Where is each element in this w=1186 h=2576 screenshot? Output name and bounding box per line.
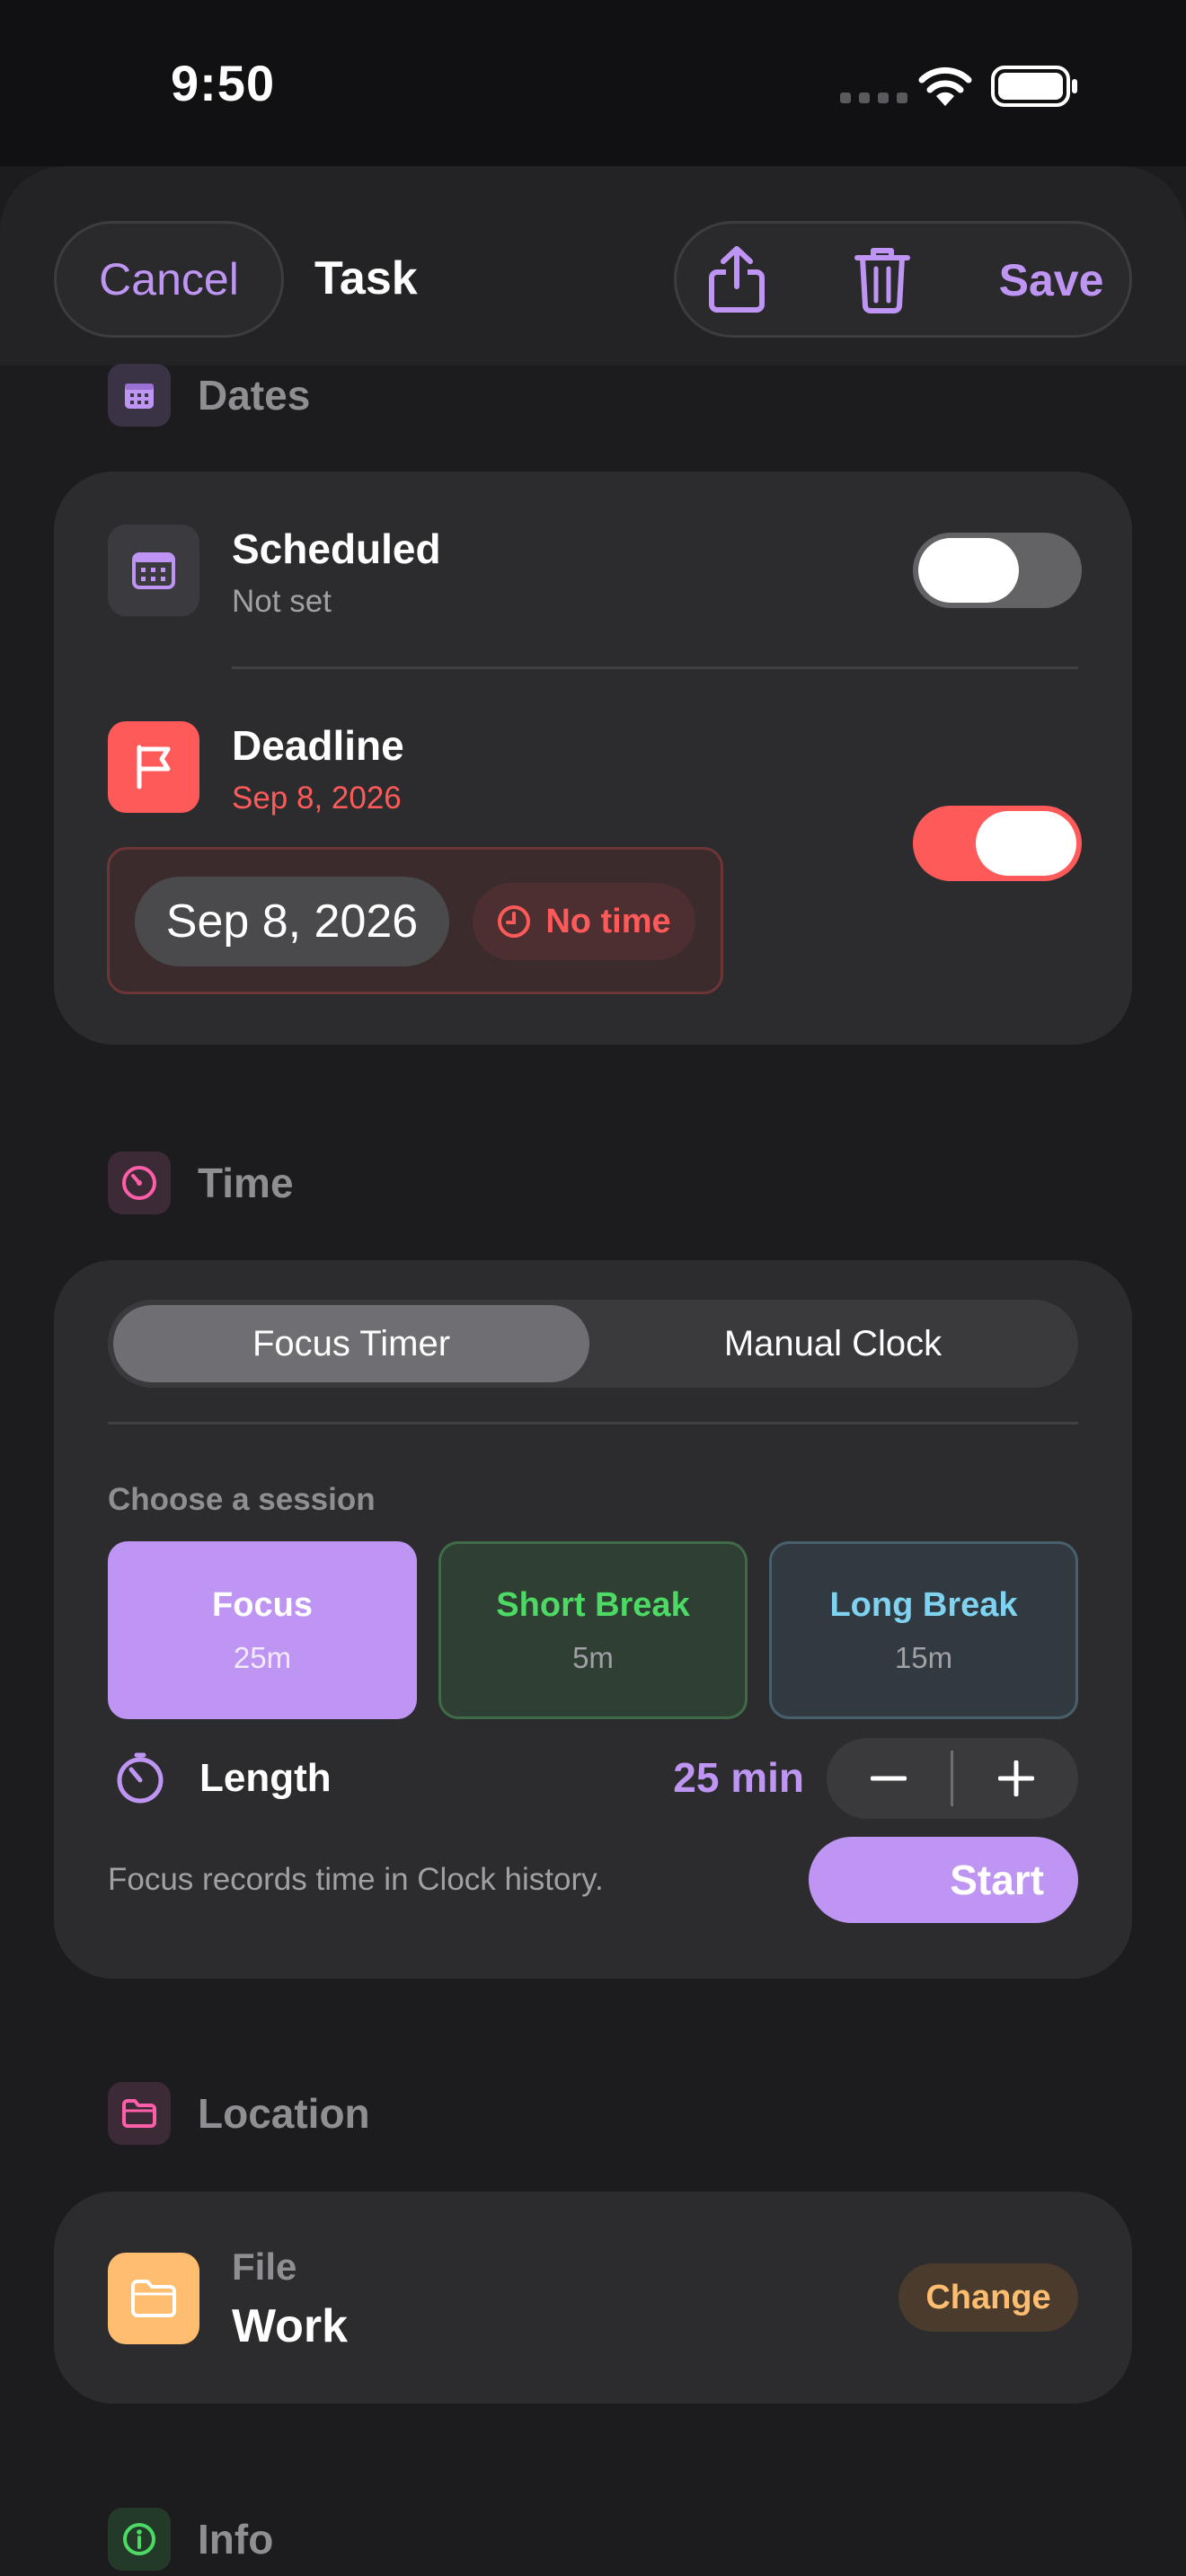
- location-section-label: Location: [198, 2090, 370, 2137]
- increment-button[interactable]: [954, 1738, 1078, 1819]
- location-section-header: Location: [108, 2082, 370, 2145]
- trash-icon: [854, 248, 910, 313]
- cellular-signal-icon: [840, 93, 907, 103]
- session-long-break-duration: 15m: [894, 1640, 953, 1674]
- share-icon: [709, 246, 765, 313]
- deadline-value: Sep 8, 2026: [232, 781, 402, 816]
- delete-button[interactable]: [845, 239, 920, 320]
- scheduled-value: Not set: [232, 584, 332, 619]
- change-file-button[interactable]: Change: [898, 2263, 1078, 2332]
- session-prompt: Choose a session: [108, 1482, 376, 1517]
- session-short-break-duration: 5m: [572, 1640, 614, 1674]
- session-long-break-name: Long Break: [829, 1585, 1018, 1624]
- scheduled-title: Scheduled: [232, 525, 441, 572]
- info-icon: [108, 2508, 171, 2571]
- no-time-label: No time: [545, 902, 671, 940]
- session-short-break[interactable]: Short Break 5m: [438, 1541, 748, 1719]
- folder-icon: [108, 2082, 171, 2145]
- clock-icon: [498, 905, 531, 938]
- session-short-break-name: Short Break: [496, 1585, 690, 1624]
- time-section-label: Time: [198, 1160, 294, 1206]
- manual-clock-tab[interactable]: Manual Clock: [593, 1305, 1073, 1382]
- time-section-header: Time: [108, 1151, 294, 1214]
- cancel-button[interactable]: Cancel: [54, 221, 284, 338]
- session-focus-duration: 25m: [233, 1640, 292, 1674]
- page-title: Task: [314, 252, 418, 304]
- focus-timer-tab[interactable]: Focus Timer: [113, 1305, 589, 1382]
- session-long-break[interactable]: Long Break 15m: [769, 1541, 1078, 1719]
- save-button[interactable]: Save: [984, 243, 1119, 318]
- dates-section-label: Dates: [198, 372, 311, 419]
- length-label: Length: [199, 1756, 332, 1800]
- decrement-button[interactable]: [827, 1738, 951, 1819]
- stepper-divider: [951, 1751, 953, 1806]
- file-value: Work: [232, 2300, 349, 2352]
- session-focus-name: Focus: [212, 1585, 313, 1624]
- scheduled-toggle[interactable]: [913, 533, 1082, 608]
- scheduled-row: Scheduled Not set: [232, 525, 441, 620]
- scheduled-calendar-icon: [108, 525, 199, 616]
- time-divider: [108, 1422, 1078, 1425]
- length-stepper: [827, 1738, 1078, 1819]
- dates-divider: [232, 666, 1078, 669]
- plus-icon: [998, 1760, 1034, 1796]
- deadline-toggle[interactable]: [913, 806, 1082, 881]
- calendar-icon: [108, 364, 171, 427]
- start-button[interactable]: Start: [809, 1837, 1078, 1923]
- file-folder-icon: [108, 2253, 199, 2344]
- deadline-time-chip[interactable]: No time: [473, 883, 695, 960]
- length-value: 25 min: [673, 1754, 804, 1801]
- deadline-flag-icon: [108, 721, 199, 813]
- info-section-label: Info: [198, 2516, 274, 2563]
- time-mode-segmented-control: Focus Timer Manual Clock: [108, 1300, 1078, 1388]
- focus-footnote: Focus records time in Clock history.: [108, 1862, 604, 1897]
- stopwatch-icon: [113, 1751, 167, 1810]
- minus-icon: [871, 1776, 907, 1781]
- session-focus[interactable]: Focus 25m: [108, 1541, 417, 1719]
- deadline-title: Deadline: [232, 722, 404, 769]
- deadline-row: Deadline Sep 8, 2026: [232, 721, 404, 816]
- share-button[interactable]: [699, 239, 774, 320]
- info-section-header: Info: [108, 2508, 273, 2571]
- file-label: File: [232, 2245, 297, 2288]
- status-time: 9:50: [171, 55, 276, 111]
- battery-icon: [991, 65, 1079, 112]
- timer-icon: [108, 1151, 171, 1214]
- wifi-icon: [918, 65, 972, 112]
- deadline-date-chip[interactable]: Sep 8, 2026: [135, 877, 449, 966]
- dates-section-header: Dates: [108, 364, 310, 427]
